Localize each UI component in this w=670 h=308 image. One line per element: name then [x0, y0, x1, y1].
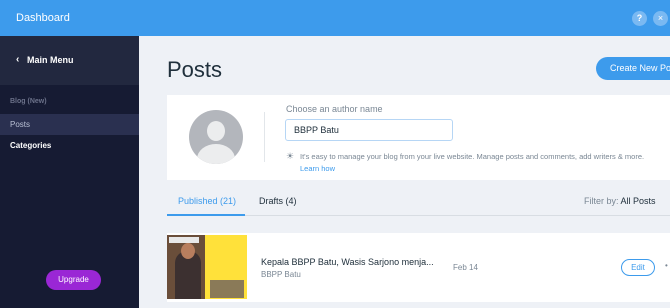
author-card: Choose an author name ☀ It's easy to man…: [167, 95, 670, 180]
main-menu-label: Main Menu: [27, 55, 74, 65]
page-title: Posts: [167, 57, 223, 82]
sidebar-section-blog: Blog (New): [10, 98, 47, 105]
post-tabs: Published (21) Drafts (4) Filter by: All…: [167, 188, 670, 216]
sidebar: ‹ Main Menu Blog (New) Posts Categories …: [0, 36, 139, 308]
author-name-input[interactable]: [285, 119, 453, 141]
divider: [264, 112, 265, 162]
filter-value: All Posts: [620, 196, 656, 206]
main-menu-button[interactable]: ‹ Main Menu: [0, 36, 139, 85]
create-new-post-button[interactable]: Create New Po: [596, 57, 670, 80]
active-tab-indicator: [167, 214, 245, 216]
tab-drafts[interactable]: Drafts (4): [259, 196, 297, 206]
top-bar: Dashboard ? ×: [0, 0, 670, 36]
upgrade-button[interactable]: Upgrade: [46, 270, 101, 290]
author-name-label: Choose an author name: [286, 104, 383, 114]
sidebar-item-categories[interactable]: Categories: [0, 135, 139, 156]
avatar[interactable]: [189, 110, 243, 164]
sidebar-item-label: Posts: [10, 120, 31, 129]
post-date: Feb 14: [453, 263, 478, 272]
lightbulb-icon: ☀: [286, 151, 295, 161]
post-thumbnail[interactable]: [167, 235, 247, 299]
sidebar-item-label: Categories: [10, 141, 52, 150]
close-icon[interactable]: ×: [653, 11, 668, 26]
edit-button[interactable]: Edit: [621, 259, 655, 276]
tip-text: It's easy to manage your blog from your …: [300, 152, 645, 161]
learn-how-link[interactable]: Learn how: [300, 164, 335, 173]
dashboard-title: Dashboard: [16, 12, 70, 24]
sidebar-item-posts[interactable]: Posts: [0, 114, 139, 135]
chevron-left-icon: ‹: [16, 54, 20, 65]
filter-label: Filter by:: [584, 196, 619, 206]
post-author: BBPP Batu: [261, 270, 301, 279]
tab-published[interactable]: Published (21): [178, 196, 236, 206]
filter-dropdown[interactable]: Filter by: All Posts: [584, 196, 656, 206]
post-title[interactable]: Kepala BBPP Batu, Wasis Sarjono menja...: [261, 257, 434, 267]
more-options-icon[interactable]: •: [665, 261, 668, 270]
help-icon[interactable]: ?: [632, 11, 647, 26]
list-item[interactable]: Kepala BBPP Batu, Wasis Sarjono menja...…: [167, 233, 670, 302]
